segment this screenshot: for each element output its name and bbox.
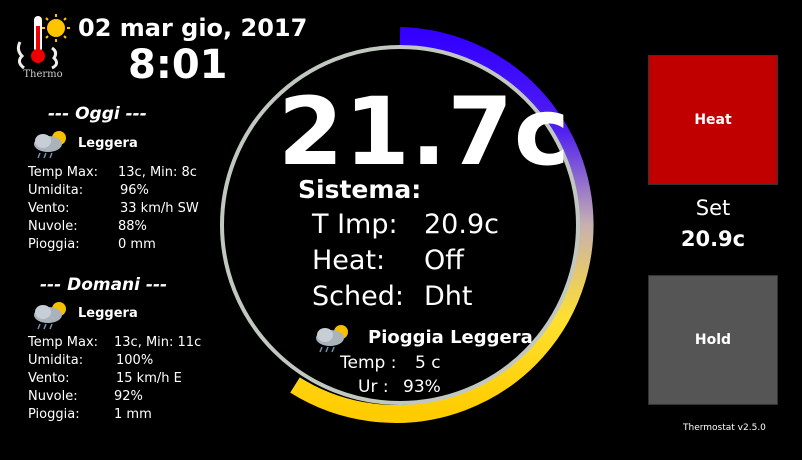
tomorrow-humidity-value: 100% [116,353,154,368]
forecast-humidity-value: 93% [403,377,441,397]
tomorrow-wind-value: 15 km/h E [116,371,182,386]
tomorrow-clouds-label: Nuvole: [28,389,78,404]
setpoint-value: 20.9c [424,209,499,240]
today-clouds-label: Nuvole: [28,219,78,234]
forecast-condition: Pioggia Leggera [368,327,533,348]
today-title: --- Oggi --- [48,104,147,124]
tomorrow-wind-label: Vento: [28,371,70,386]
tomorrow-rain-value: 1 mm [114,407,152,422]
tomorrow-clouds-value: 92% [114,389,143,404]
system-title: Sistema: [298,175,422,204]
forecast-humidity-label: Ur : [358,377,389,397]
today-rain-label: Pioggia: [28,237,80,252]
set-value: 20.9c [680,227,746,251]
hold-button[interactable]: Hold [648,275,778,405]
tomorrow-temp-label: Temp Max: [28,335,99,350]
cloud-rain-sun-icon [30,299,70,331]
tomorrow-temp-value: 13c, Min: 11c [114,335,202,350]
heat-status-value: Off [424,245,464,276]
schedule-label: Sched: [312,281,404,312]
current-temperature: 21.7c [278,78,571,187]
today-humidity-label: Umidita: [28,183,84,198]
heat-button[interactable]: Heat [648,55,778,185]
version-label: Thermostat v2.5.0 [683,423,766,433]
logo-label: Thermo [23,69,63,80]
tomorrow-title: --- Domani --- [40,275,168,295]
schedule-value: Dht [424,281,473,312]
heat-status-label: Heat: [312,245,386,276]
today-temp-value: 13c, Min: 8c [118,165,197,180]
forecast-temp-value: 5 c [415,353,441,373]
today-temp-label: Temp Max: [28,165,99,180]
heat-button-label: Heat [694,112,732,128]
today-humidity-value: 96% [120,183,149,198]
today-condition: Leggera [78,136,138,151]
hold-button-label: Hold [694,332,732,348]
tomorrow-rain-label: Pioggia: [28,407,80,422]
forecast-temp-label: Temp : [340,353,397,373]
tomorrow-humidity-label: Umidita: [28,353,84,368]
today-clouds-value: 88% [118,219,147,234]
cloud-rain-sun-icon [30,128,70,160]
setpoint-label: T Imp: [312,209,398,240]
today-wind-label: Vento: [28,201,70,216]
set-label: Set [695,196,731,220]
today-wind-value: 33 km/h SW [120,201,199,216]
cloud-rain-sun-icon [312,322,352,354]
today-rain-value: 0 mm [118,237,156,252]
tomorrow-condition: Leggera [78,306,138,321]
